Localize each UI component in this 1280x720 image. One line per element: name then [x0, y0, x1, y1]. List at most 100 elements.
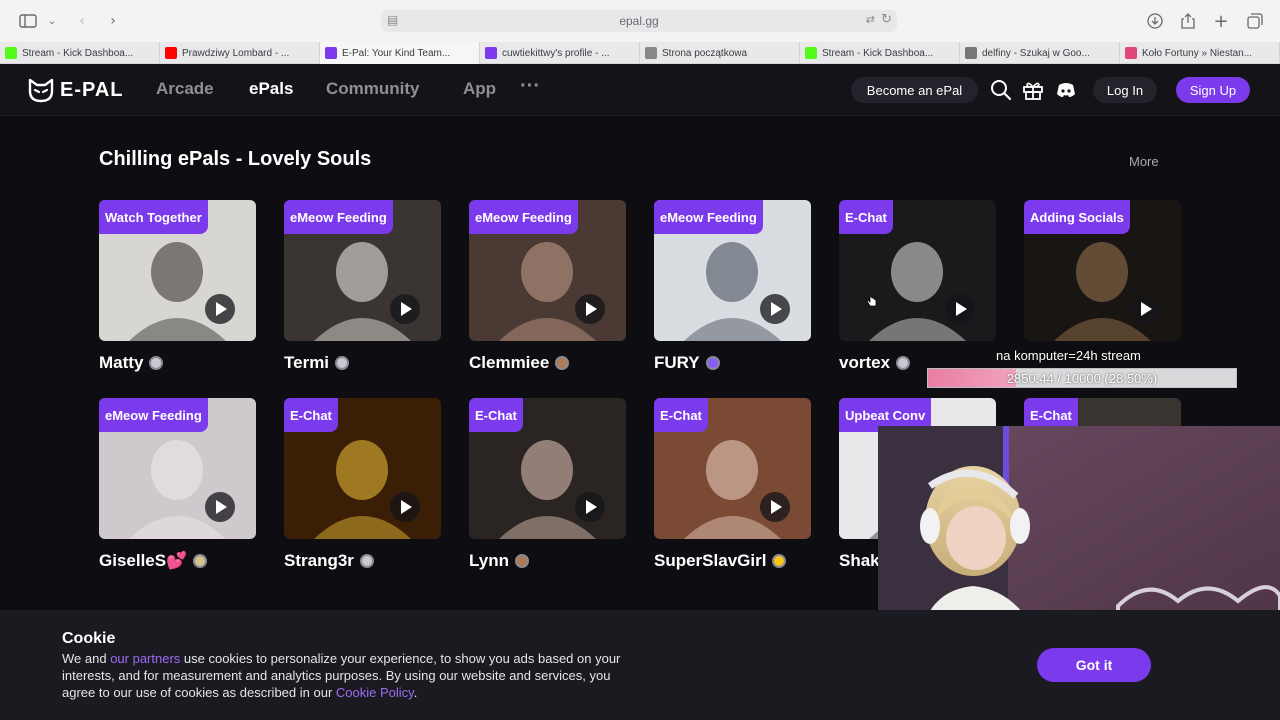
play-icon[interactable]: [205, 294, 235, 324]
epal-name[interactable]: Termi: [284, 353, 350, 373]
epal-card[interactable]: E-Chat: [469, 398, 626, 539]
new-tab-icon[interactable]: +: [1211, 11, 1231, 32]
epal-card[interactable]: eMeow Feeding: [284, 200, 441, 341]
partners-link[interactable]: our partners: [110, 651, 180, 666]
discord-icon[interactable]: [1055, 79, 1077, 101]
epal-card[interactable]: eMeow Feeding: [99, 398, 256, 539]
rank-badge-icon: [896, 356, 911, 370]
rank-badge-icon: [149, 356, 164, 370]
share-icon[interactable]: [1178, 11, 1198, 31]
forward-arrow-icon[interactable]: ›: [103, 11, 123, 31]
got-it-button[interactable]: Got it: [1037, 648, 1151, 682]
epal-name-text: Strang3r: [284, 551, 354, 570]
nav-arcade[interactable]: Arcade: [156, 79, 214, 99]
epal-name[interactable]: GiselleS💕: [99, 551, 208, 571]
gift-icon[interactable]: [1022, 79, 1044, 101]
epal-name[interactable]: Matty: [99, 353, 164, 373]
card-category-tag: E-Chat: [654, 398, 708, 432]
epal-name-text: vortex: [839, 353, 891, 372]
nav-app[interactable]: App: [463, 79, 496, 99]
epal-name[interactable]: Shak: [839, 551, 880, 571]
card-category-tag: eMeow Feeding: [284, 200, 393, 234]
tab-label: Koło Fortuny » Niestan...: [1142, 47, 1253, 59]
browser-tab[interactable]: Prawdziwy Lombard - ...: [160, 42, 320, 64]
card-category-tag: Watch Together: [99, 200, 208, 234]
tab-favicon-icon: [325, 47, 337, 59]
epal-name[interactable]: Lynn: [469, 551, 529, 571]
tab-overview-icon[interactable]: [1245, 11, 1265, 31]
card-category-tag: eMeow Feeding: [469, 200, 578, 234]
cookie-policy-link[interactable]: Cookie Policy: [336, 685, 414, 700]
browser-tab[interactable]: Stream - Kick Dashboa...: [800, 42, 960, 64]
browser-tab[interactable]: cuwtiekittwy's profile - ...: [480, 42, 640, 64]
browser-tab[interactable]: E-Pal: Your Kind Team...: [320, 42, 480, 64]
epal-name-text: GiselleS💕: [99, 551, 188, 570]
epal-name-text: FURY: [654, 353, 700, 372]
chevron-down-icon[interactable]: ⌄: [42, 11, 62, 31]
nav-epals[interactable]: ePals: [249, 79, 293, 99]
epal-logo[interactable]: E-PAL: [28, 77, 124, 103]
epal-name-text: SuperSlavGirl: [654, 551, 767, 570]
epal-name[interactable]: Clemmiee: [469, 353, 570, 373]
tab-favicon-icon: [645, 47, 657, 59]
play-icon[interactable]: [390, 294, 420, 324]
tab-label: cuwtiekittwy's profile - ...: [502, 47, 610, 59]
play-icon[interactable]: [1130, 294, 1160, 324]
more-link[interactable]: More: [1129, 154, 1159, 169]
play-icon[interactable]: [575, 294, 605, 324]
tab-favicon-icon: [165, 47, 177, 59]
rank-badge-icon: [335, 356, 350, 370]
search-icon[interactable]: [990, 79, 1012, 101]
browser-tab[interactable]: Koło Fortuny » Niestan...: [1120, 42, 1280, 64]
tab-label: delfiny - Szukaj w Goo...: [982, 47, 1090, 59]
play-icon[interactable]: [390, 492, 420, 522]
epal-name[interactable]: Strang3r: [284, 551, 374, 571]
sidebar-toggle-icon[interactable]: [18, 11, 38, 31]
play-icon[interactable]: [760, 492, 790, 522]
logo-text: E-PAL: [60, 78, 124, 101]
cookie-text-c: .: [413, 685, 418, 700]
card-category-tag: E-Chat: [469, 398, 523, 432]
translate-icon[interactable]: ⇄: [866, 13, 875, 26]
play-icon[interactable]: [575, 492, 605, 522]
rank-badge-icon: [555, 356, 570, 370]
tab-favicon-icon: [5, 47, 17, 59]
epal-name-text: Termi: [284, 353, 330, 372]
card-category-tag: E-Chat: [839, 200, 893, 234]
reload-icon[interactable]: ↻: [881, 12, 892, 27]
browser-toolbar: ⌄ ‹ › ▤ epal.gg ⇄ ↻ +: [0, 0, 1280, 42]
tab-favicon-icon: [1125, 47, 1137, 59]
epal-card[interactable]: eMeow Feeding: [654, 200, 811, 341]
epal-name[interactable]: FURY: [654, 353, 720, 373]
download-icon[interactable]: [1145, 11, 1165, 31]
epal-card[interactable]: Adding Socials: [1024, 200, 1181, 341]
signup-button[interactable]: Sign Up: [1176, 77, 1250, 103]
epal-name-text: Matty: [99, 353, 144, 372]
browser-tab[interactable]: Strona początkowa: [640, 42, 800, 64]
epal-name-text: Lynn: [469, 551, 509, 570]
become-epal-button[interactable]: Become an ePal: [851, 77, 978, 103]
play-icon[interactable]: [945, 294, 975, 324]
epal-card[interactable]: E-Chat: [839, 200, 996, 341]
epal-card[interactable]: E-Chat: [284, 398, 441, 539]
mouse-cursor-icon: [866, 292, 877, 307]
epal-card[interactable]: E-Chat: [654, 398, 811, 539]
play-icon[interactable]: [205, 492, 235, 522]
epal-name[interactable]: SuperSlavGirl: [654, 551, 787, 571]
nav-community[interactable]: Community: [326, 79, 420, 99]
nav-more-icon[interactable]: ···: [520, 75, 540, 98]
epal-card[interactable]: Watch Together: [99, 200, 256, 341]
tab-favicon-icon: [485, 47, 497, 59]
browser-tab[interactable]: Stream - Kick Dashboa...: [0, 42, 160, 64]
cookie-title: Cookie: [62, 630, 116, 647]
login-button[interactable]: Log In: [1093, 77, 1157, 103]
reader-icon[interactable]: ▤: [387, 13, 398, 27]
epal-name[interactable]: vortex: [839, 353, 911, 373]
address-bar[interactable]: ▤ epal.gg ⇄ ↻: [381, 10, 897, 32]
rank-badge-icon: [705, 356, 720, 370]
cookie-text: We and our partners use cookies to perso…: [62, 650, 642, 701]
epal-card[interactable]: eMeow Feeding: [469, 200, 626, 341]
play-icon[interactable]: [760, 294, 790, 324]
browser-tab[interactable]: delfiny - Szukaj w Goo...: [960, 42, 1120, 64]
back-arrow-icon[interactable]: ‹: [72, 11, 92, 31]
